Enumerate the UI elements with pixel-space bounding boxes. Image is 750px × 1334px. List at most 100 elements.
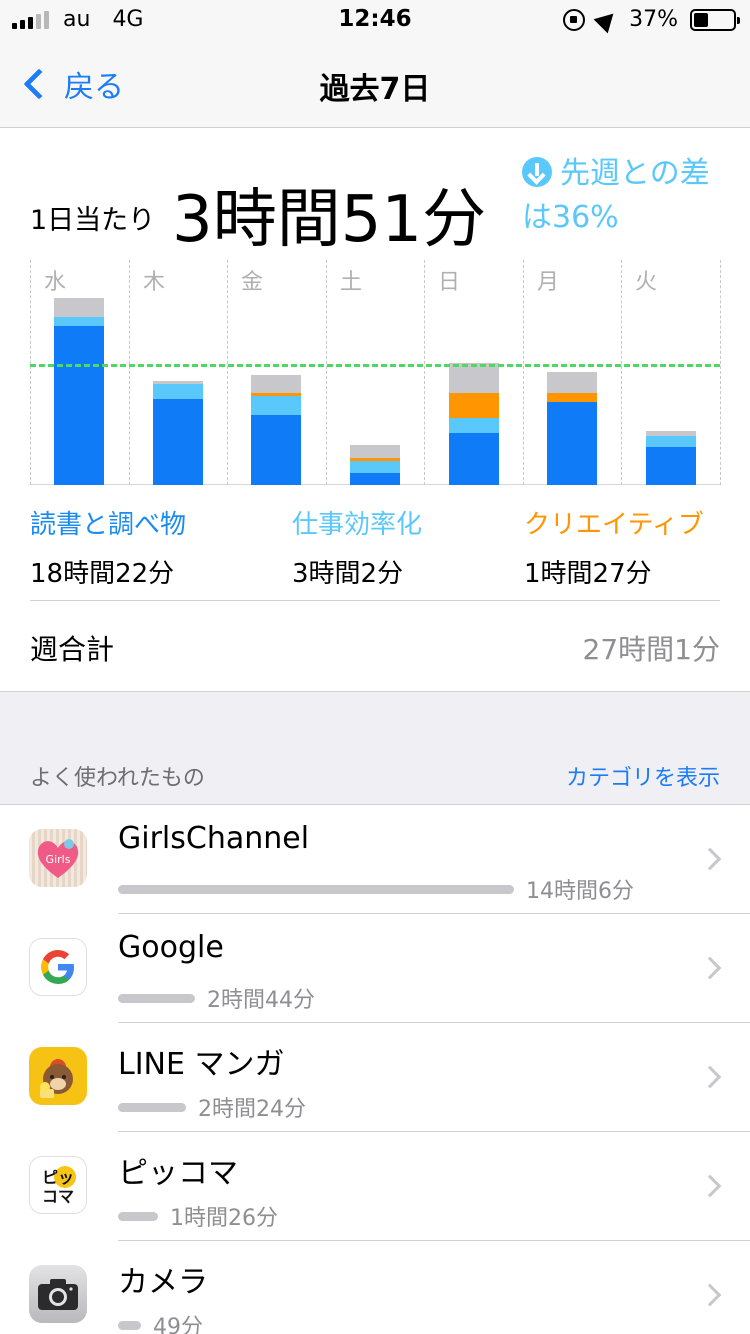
usage-time: 2時間44分 [207,988,315,1013]
chart-day-label: 土 [340,270,363,295]
chart-gridline [326,260,327,485]
chevron-right-icon [698,1283,722,1307]
chart-bar [251,374,301,485]
camera-icon [29,1265,87,1323]
app-row-piccoma[interactable]: ピッ コマ ピッコマ 1時間26分 [29,1132,750,1241]
chart-day-label: 月 [537,270,560,295]
usage-bar [118,884,514,894]
chart-bar [646,431,696,485]
line-manga-icon [29,1047,87,1105]
chart-bar [350,445,400,485]
usage-time: 2時間24分 [198,1097,306,1122]
chart-bar-segment [449,417,499,433]
chart-bar-segment [350,460,400,473]
status-bar: au 4G 12:46 37% [0,0,750,40]
orientation-lock-icon [563,8,586,31]
chart-gridline [523,260,524,485]
chart-bar [153,380,203,485]
chart-bar-segment [646,446,696,485]
chart-average-line [30,364,720,368]
divider [30,600,720,601]
usage-bar [118,1102,186,1112]
chart-bar-segment [350,445,400,458]
girlschannel-icon: Girls [29,829,87,887]
chart-gridline [129,260,130,485]
chevron-right-icon [698,1065,722,1089]
chart-bar-segment [251,374,301,394]
chevron-right-icon [698,1174,722,1198]
chart-bar-segment [547,371,597,394]
app-row-google[interactable]: Google 2時間44分 [29,914,750,1023]
show-categories-link[interactable]: カテゴリを表示 [566,760,720,792]
chart-bar-segment [350,472,400,485]
battery-icon [690,8,740,31]
chart-bar [547,371,597,485]
chart-bar-segment [547,402,597,485]
chart-bar [449,362,499,485]
category-time: 18時間22分 [30,559,175,589]
chart-bar-segment [54,316,104,326]
app-name: ピッコマ [118,1156,238,1191]
section-title: よく使われたもの [30,766,205,791]
chart-bar [54,298,104,485]
arrow-down-circle-icon [522,157,552,187]
chart-bar-segment [251,396,301,415]
usage-bar [118,1320,141,1330]
chart-bar-segment [251,414,301,485]
category-time: 1時間27分 [524,559,652,589]
chart-day-label: 金 [241,270,264,295]
piccoma-icon: ピッ コマ [29,1156,87,1214]
app-row-camera[interactable]: カメラ 49分 [29,1241,750,1334]
navigation-bar: 戻る 過去7日 [0,40,750,128]
category-name: クリエイティブ [524,510,704,540]
chart-bar-segment [153,384,203,400]
daily-usage-chart: 水木金土日月火 [30,260,721,485]
usage-summary: 1日当たり 3時間51分 先週との差は36% 水 木 金 土 日 月 火 読書と調べ物 18… [0,128,750,691]
usage-time: 14時間6分 [526,879,634,904]
app-row-line-manga[interactable]: LINE マンガ 2時間24分 [29,1023,750,1132]
chart-bar-segment [449,433,499,485]
chart-bar-segment [449,362,499,394]
chart-day-label: 日 [438,270,461,295]
category-productivity: 仕事効率化 3時間2分 [292,504,422,590]
page-title: 過去7日 [319,72,431,107]
chart-gridline [621,260,622,485]
chart-bar-segment [54,298,104,317]
piccoma-icon-text-top: ピッ [42,1168,74,1187]
app-name: LINE マンガ [118,1047,285,1082]
weekly-total-row: 週合計 27時間1分 [30,628,720,668]
category-reading: 読書と調べ物 18時間22分 [30,504,186,590]
chart-gridline [720,260,721,485]
usage-bar [118,993,195,1003]
chart-bar-segment [54,325,104,485]
app-name: Google [118,930,224,965]
weekly-difference: 先週との差は36% [522,152,732,240]
app-name: GirlsChannel [118,821,310,856]
location-arrow-icon [593,6,621,33]
chart-gridline [30,260,31,485]
usage-time: 49分 [153,1315,203,1334]
daily-average-label: 1日当たり [30,205,156,236]
category-time: 3時間2分 [292,559,404,589]
app-list: Girls GirlsChannel 14時間6分 Google 2時間44分 [0,805,750,1334]
usage-bar [118,1211,158,1221]
piccoma-icon-text-bottom: コマ [42,1187,74,1206]
weekly-total-value: 27時間1分 [582,633,720,666]
chevron-right-icon [698,956,722,980]
chart-gridline [424,260,425,485]
chart-bar-segment [153,399,203,485]
usage-time: 1時間26分 [170,1206,278,1231]
girlschannel-icon-text: Girls [46,853,71,866]
chevron-right-icon [698,847,722,871]
app-row-girlschannel[interactable]: Girls GirlsChannel 14時間6分 [29,805,750,914]
category-name: 読書と調べ物 [30,510,187,540]
chart-bar-segment [646,436,696,447]
chart-bar-segment [449,393,499,418]
chart-day-label: 火 [635,270,658,295]
chart-day-label: 水 [44,270,67,295]
category-name: 仕事効率化 [292,510,423,540]
app-name: カメラ [118,1265,208,1300]
category-creative: クリエイティブ 1時間27分 [524,504,704,590]
battery-percent: 37% [629,7,678,32]
section-header: よく使われたもの カテゴリを表示 [0,691,750,805]
